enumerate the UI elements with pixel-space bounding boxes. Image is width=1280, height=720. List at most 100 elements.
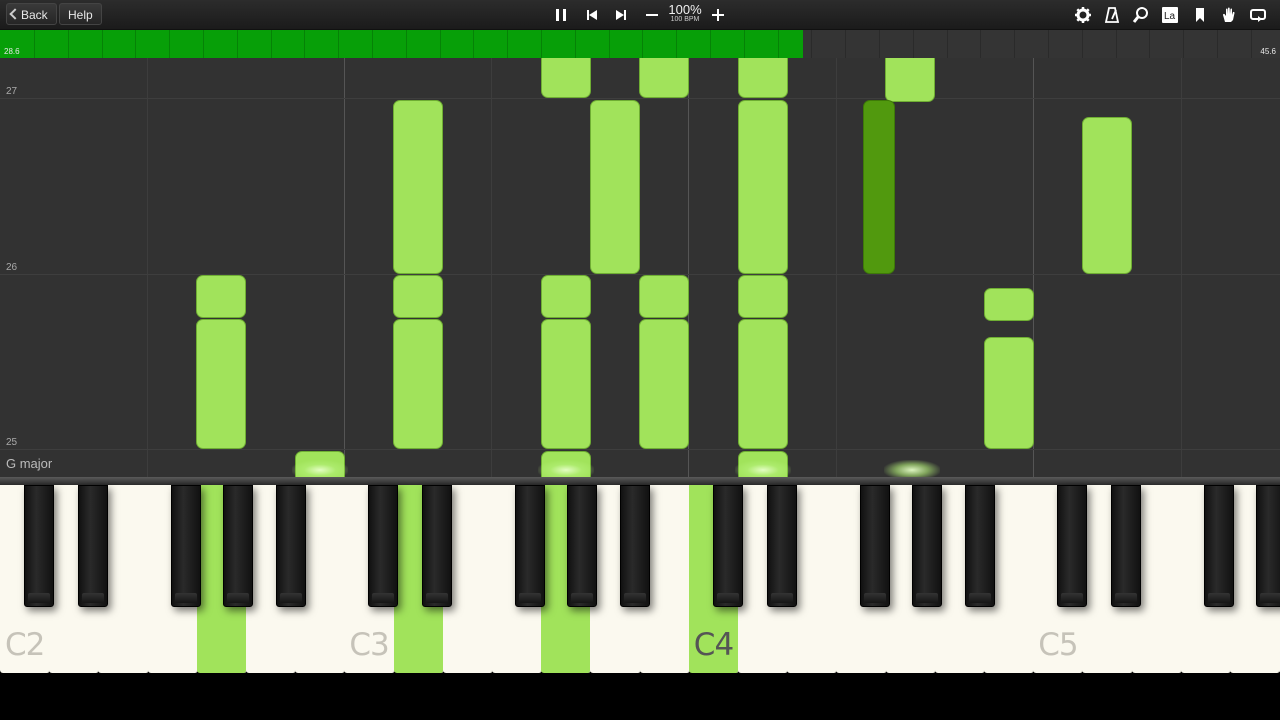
- black-key-gs5[interactable]: [1256, 485, 1280, 607]
- progress-tick: [406, 30, 407, 58]
- note: [984, 337, 1034, 449]
- progress-tick: [135, 30, 136, 58]
- black-key-as2[interactable]: [275, 485, 306, 607]
- note: [196, 319, 246, 449]
- progress-tick: [744, 30, 745, 58]
- progress-tick: [440, 30, 441, 58]
- progress-tick: [1217, 30, 1218, 58]
- help-button[interactable]: Help: [59, 3, 102, 25]
- progress-tick: [575, 30, 576, 58]
- black-key-cs4[interactable]: [712, 485, 743, 607]
- bottom-bar: [0, 677, 1280, 720]
- progress-tick: [642, 30, 643, 58]
- progress-end-label: 45.6: [1260, 47, 1276, 56]
- note: [196, 275, 246, 318]
- progress-tick: [473, 30, 474, 58]
- note-hit-glow: [735, 460, 791, 477]
- song-progress-bar[interactable]: 28.6 45.6: [0, 30, 1280, 58]
- measure-line: [0, 274, 1280, 275]
- metronome-icon[interactable]: [1101, 4, 1123, 26]
- black-key-as3[interactable]: [620, 485, 651, 607]
- progress-tick: [541, 30, 542, 58]
- octave-label: C3: [349, 627, 389, 663]
- note: [541, 275, 591, 318]
- measure-number: 27: [6, 86, 18, 97]
- progress-tick: [338, 30, 339, 58]
- measure-line: [0, 98, 1280, 99]
- back-button[interactable]: Back: [6, 3, 57, 25]
- hand-icon[interactable]: [1218, 4, 1240, 26]
- speed-value: 100%: [668, 2, 702, 17]
- black-key-gs4[interactable]: [911, 485, 942, 607]
- black-key-ds5[interactable]: [1111, 485, 1141, 607]
- bpm-value: 100 BPM: [670, 16, 700, 23]
- progress-tick: [1082, 30, 1083, 58]
- loop-icon[interactable]: [1247, 4, 1269, 26]
- progress-tick: [169, 30, 170, 58]
- progress-tick: [1116, 30, 1117, 58]
- grid-line: [147, 58, 148, 477]
- octave-label: C4: [693, 627, 734, 663]
- note: [639, 319, 689, 449]
- black-key-ds2[interactable]: [77, 485, 108, 607]
- note: [639, 58, 689, 98]
- octave-label: C2: [5, 627, 45, 663]
- progress-tick: [811, 30, 812, 58]
- progress-tick: [1048, 30, 1049, 58]
- black-key-as4[interactable]: [964, 485, 995, 607]
- bookmark-icon[interactable]: [1189, 4, 1211, 26]
- note: [738, 319, 788, 449]
- note-hit-glow: [292, 460, 348, 477]
- note-label-icon[interactable]: La: [1159, 4, 1181, 26]
- black-key-ds3[interactable]: [422, 485, 453, 607]
- progress-tick: [1183, 30, 1184, 58]
- progress-tick: [34, 30, 35, 58]
- note: [393, 100, 443, 274]
- progress-tick: [372, 30, 373, 58]
- progress-tick: [1251, 30, 1252, 58]
- note: [590, 100, 640, 274]
- black-key-cs5[interactable]: [1057, 485, 1087, 607]
- note: [541, 58, 591, 98]
- black-key-gs2[interactable]: [223, 485, 253, 607]
- progress-tick: [980, 30, 981, 58]
- piano-roll: 27 26 25 G major: [0, 58, 1280, 477]
- toolbar: Back Help 100% 100 BPM La: [0, 0, 1280, 30]
- minus-icon[interactable]: [641, 4, 663, 26]
- black-key-cs2[interactable]: [23, 485, 54, 607]
- note: [738, 58, 788, 98]
- black-key-fs3[interactable]: [515, 485, 546, 607]
- measure-number: 26: [6, 262, 18, 273]
- black-key-cs3[interactable]: [368, 485, 399, 607]
- black-key-fs5[interactable]: [1204, 485, 1234, 607]
- skip-back-icon[interactable]: [581, 4, 603, 26]
- progress-tick: [507, 30, 508, 58]
- progress-tick: [1014, 30, 1015, 58]
- grid-line: [836, 58, 837, 477]
- progress-tick: [947, 30, 948, 58]
- black-key-gs3[interactable]: [567, 485, 598, 607]
- progress-tick: [676, 30, 677, 58]
- note: [639, 275, 689, 318]
- octave-line: [344, 58, 345, 477]
- magnifier-icon[interactable]: [1130, 4, 1152, 26]
- gear-icon[interactable]: [1072, 4, 1094, 26]
- black-key-ds4[interactable]: [766, 485, 797, 607]
- progress-tick: [845, 30, 846, 58]
- black-key-fs2[interactable]: [170, 485, 201, 607]
- note-hit-glow: [538, 460, 594, 477]
- progress-tick: [237, 30, 238, 58]
- progress-tick: [778, 30, 779, 58]
- measure-line: [0, 449, 1280, 450]
- black-key-fs4[interactable]: [859, 485, 890, 607]
- measure-number: 25: [6, 437, 18, 448]
- progress-start-label: 28.6: [4, 47, 20, 56]
- progress-ticks: [0, 30, 1280, 58]
- note: [541, 319, 591, 449]
- plus-icon[interactable]: [707, 4, 729, 26]
- note-hit-glow: [884, 460, 940, 477]
- pause-icon[interactable]: [550, 4, 572, 26]
- progress-tick: [913, 30, 914, 58]
- skip-forward-icon[interactable]: [610, 4, 632, 26]
- progress-tick: [68, 30, 69, 58]
